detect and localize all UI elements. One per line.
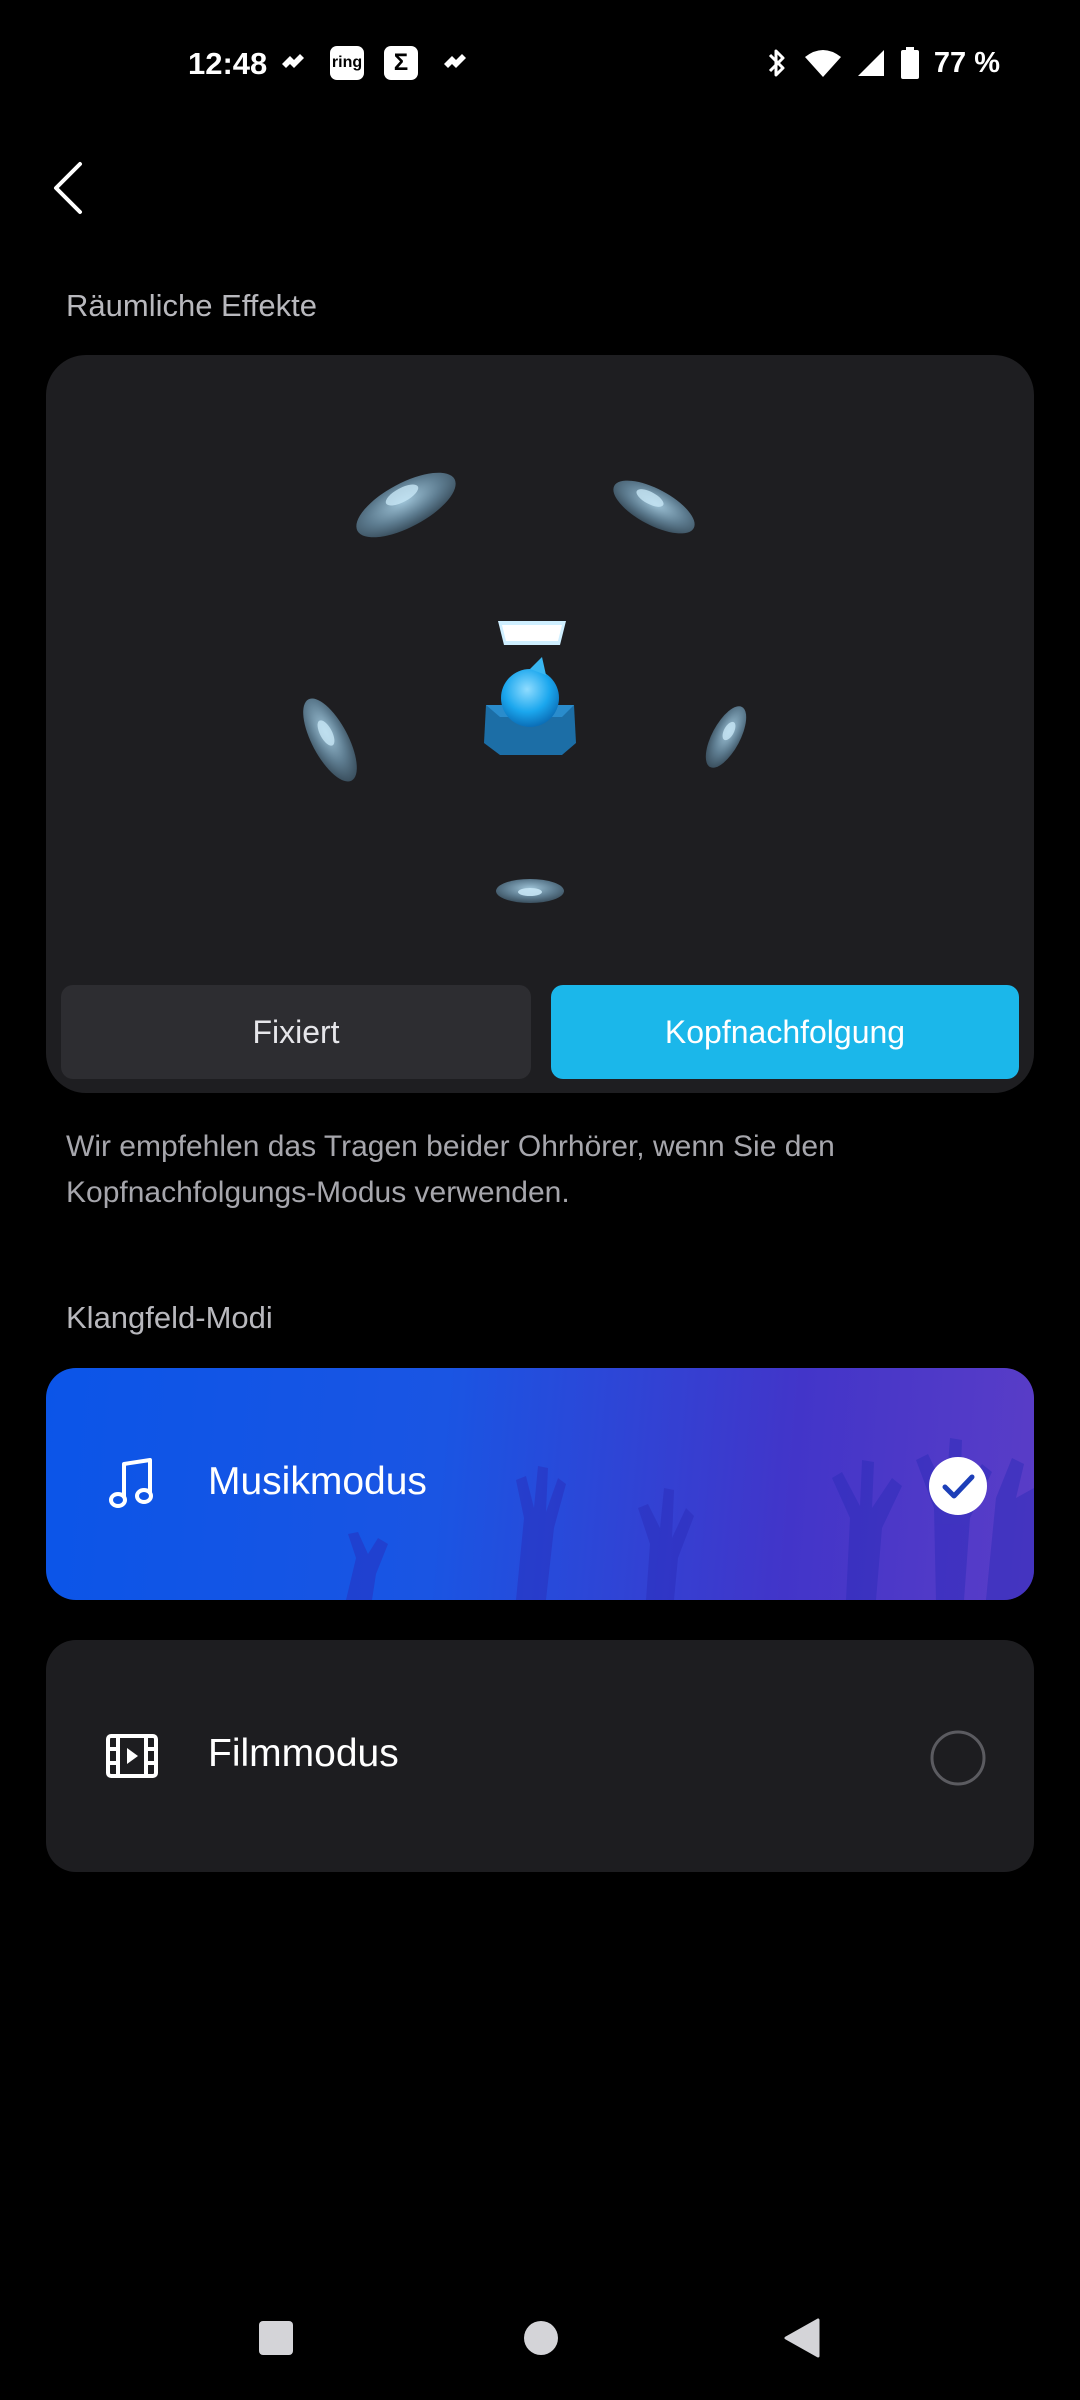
app-notification-icon-2 [438, 46, 472, 80]
fixed-mode-button[interactable]: Fixiert [61, 985, 531, 1079]
ring-app-icon: ring [330, 46, 364, 80]
speaker-front-left [356, 472, 456, 538]
app-notification-icon [276, 46, 310, 80]
sigma-app-icon: Σ [384, 46, 418, 80]
checked-icon [929, 1457, 987, 1515]
music-mode-label: Musikmodus [208, 1460, 427, 1503]
battery-icon [900, 47, 919, 79]
listener-figure [484, 657, 576, 755]
signal-icon [857, 50, 884, 76]
screen-indicator [498, 621, 566, 645]
sound-field-title: Klangfeld-Modi [66, 1300, 273, 1335]
speaker-left [303, 698, 357, 782]
speaker-front-right [613, 480, 695, 534]
head-tracking-button[interactable]: Kopfnachfolgung [551, 985, 1019, 1079]
home-button[interactable] [521, 2318, 561, 2358]
bluetooth-icon [768, 49, 785, 77]
spatial-effects-card: Fixiert Kopfnachfolgung [46, 355, 1034, 1093]
unchecked-radio-icon [930, 1730, 986, 1786]
music-note-icon [109, 1458, 153, 1508]
spatial-effects-title: Räumliche Effekte [66, 288, 317, 323]
status-notification-icons: ring Σ [276, 46, 472, 80]
speaker-rear [496, 879, 564, 903]
back-button[interactable] [40, 150, 100, 226]
film-mode-label: Filmmodus [208, 1732, 399, 1775]
music-mode-card[interactable]: Musikmodus [46, 1368, 1034, 1600]
speaker-right [705, 706, 747, 768]
recents-button[interactable] [256, 2318, 296, 2358]
head-tracking-hint: Wir empfehlen das Tragen beider Ohrhörer… [66, 1130, 835, 1209]
battery-percentage: 77 % [933, 46, 1000, 79]
film-mode-card[interactable]: Filmmodus [46, 1640, 1034, 1872]
status-system-icons: 77 % [764, 46, 1000, 80]
wifi-icon [804, 50, 841, 77]
status-time: 12:48 [188, 46, 268, 81]
back-nav-button[interactable] [782, 2316, 822, 2360]
spatial-audio-illustration [303, 472, 747, 903]
chevron-left-icon [54, 162, 82, 214]
crowd-background [346, 1438, 1034, 1600]
film-icon [106, 1734, 158, 1778]
